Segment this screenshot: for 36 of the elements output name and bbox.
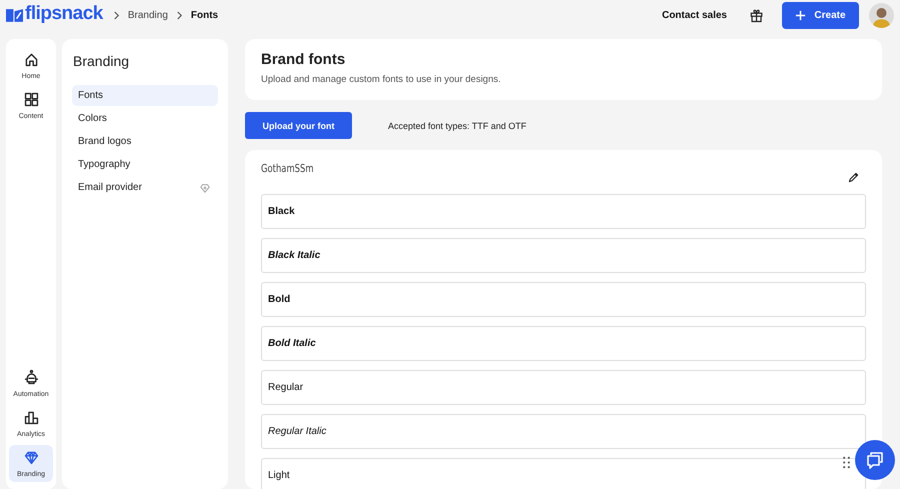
upload-font-button[interactable]: Upload your font: [245, 112, 352, 139]
logo-wordmark[interactable]: flipsnack: [25, 2, 103, 24]
chevron-icon: [176, 10, 183, 20]
robot-icon: [22, 369, 40, 386]
font-style-row[interactable]: Regular: [261, 370, 866, 405]
gift-icon[interactable]: [749, 8, 764, 22]
breadcrumb-link[interactable]: Branding: [128, 10, 168, 20]
chevron-icon: [112, 10, 120, 20]
font-family-name: GothamSSm: [261, 162, 314, 175]
accepted-types-note: Accepted font types: TTF and OTF: [388, 120, 526, 130]
drag-handle-icon[interactable]: [843, 456, 850, 469]
chat-icon: [865, 450, 885, 470]
avatar[interactable]: [869, 2, 894, 28]
logo-icon[interactable]: [6, 8, 23, 22]
font-style-row[interactable]: Bold Italic: [261, 326, 866, 361]
pencil-icon[interactable]: [847, 171, 860, 184]
font-style-row[interactable]: Black Italic: [261, 238, 866, 273]
font-style-row[interactable]: Black: [261, 194, 866, 229]
contact-sales-link[interactable]: Contact sales: [662, 10, 727, 20]
diamond-icon: [22, 449, 40, 466]
bar-chart-icon: [22, 409, 40, 426]
home-icon: [22, 51, 40, 68]
panel-menu-item[interactable]: Brand logos: [72, 131, 218, 152]
font-style-row[interactable]: Bold: [261, 282, 866, 317]
page-title: Brand fonts: [261, 51, 346, 68]
panel-menu-item[interactable]: Typography: [72, 154, 218, 175]
plus-icon: [795, 10, 806, 20]
create-button[interactable]: Create: [782, 2, 859, 28]
breadcrumb-current: Fonts: [190, 10, 218, 20]
panel-menu-item[interactable]: Email provider: [72, 177, 218, 198]
grid-icon: [22, 91, 40, 108]
panel-menu-item[interactable]: Fonts: [72, 85, 218, 106]
page-description: Upload and manage custom fonts to use in your designs.: [261, 74, 502, 85]
panel-title: Branding: [73, 53, 130, 69]
panel-menu-item[interactable]: Colors: [72, 108, 218, 129]
font-style-row[interactable]: Regular Italic: [261, 414, 866, 449]
